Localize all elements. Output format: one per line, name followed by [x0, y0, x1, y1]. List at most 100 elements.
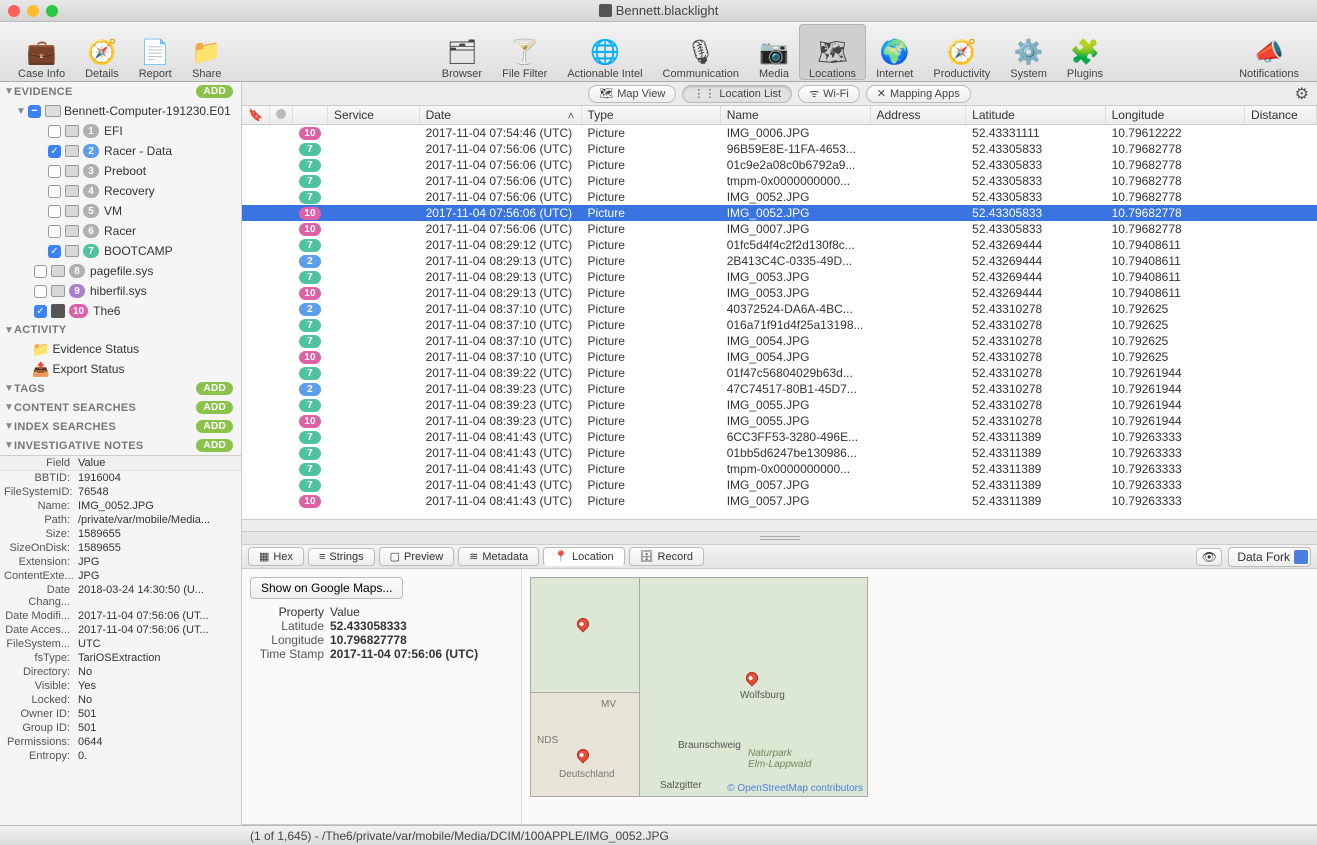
checkbox-icon[interactable] — [48, 225, 61, 238]
preview-tab[interactable]: ▢Preview — [379, 547, 455, 566]
location-list-tab[interactable]: ⋮⋮Location List — [682, 85, 792, 103]
volume-item[interactable]: 3Preboot — [0, 161, 241, 181]
col-date[interactable]: Date˄ — [419, 106, 581, 125]
toolbar-internet[interactable]: 🌍Internet — [866, 24, 923, 80]
evidence-file-item[interactable]: 8pagefile.sys — [0, 261, 241, 281]
mapping-apps-tab[interactable]: ✕Mapping Apps — [866, 85, 971, 103]
disclosure-triangle-icon[interactable]: ▼ — [4, 402, 14, 413]
record-tab[interactable]: 🗄Record — [629, 547, 704, 566]
table-row[interactable]: 72017-11-04 07:56:06 (UTC)Picturetmpm-0x… — [242, 173, 1317, 189]
table-row[interactable]: 102017-11-04 07:56:06 (UTC)PictureIMG_00… — [242, 205, 1317, 221]
volume-item[interactable]: 2Racer - Data — [0, 141, 241, 161]
disclosure-triangle-icon[interactable]: ▼ — [4, 440, 14, 451]
metadata-tab[interactable]: ≋Metadata — [458, 547, 539, 566]
col-status[interactable] — [269, 106, 292, 125]
show-on-google-maps-button[interactable]: Show on Google Maps... — [250, 577, 403, 599]
col-badge[interactable] — [292, 106, 327, 125]
table-row[interactable]: 72017-11-04 08:41:43 (UTC)Picture01bb5d6… — [242, 445, 1317, 461]
toolbar-media[interactable]: 📷Media — [749, 24, 799, 80]
activity-item[interactable]: 📁Evidence Status — [0, 339, 241, 359]
table-row[interactable]: 72017-11-04 08:29:12 (UTC)Picture01fc5d4… — [242, 237, 1317, 253]
strings-tab[interactable]: ≡Strings — [308, 548, 375, 566]
toolbar-system[interactable]: ⚙️System — [1000, 24, 1057, 80]
checkbox-icon[interactable] — [34, 285, 47, 298]
disclosure-triangle-icon[interactable]: ▼ — [16, 106, 28, 117]
checkbox-icon[interactable] — [48, 185, 61, 198]
col-latitude[interactable]: Latitude — [966, 106, 1105, 125]
pane-splitter[interactable] — [242, 531, 1317, 545]
volume-item[interactable]: 7BOOTCAMP — [0, 241, 241, 261]
table-row[interactable]: 22017-11-04 08:29:13 (UTC)Picture2B413C4… — [242, 253, 1317, 269]
table-row[interactable]: 72017-11-04 08:37:10 (UTC)PictureIMG_005… — [242, 333, 1317, 349]
device-the6[interactable]: 10 The6 — [0, 301, 241, 321]
records-table-wrap[interactable]: 🔖 Service Date˄ Type Name Address Latitu… — [242, 106, 1317, 519]
table-row[interactable]: 102017-11-04 07:56:06 (UTC)PictureIMG_00… — [242, 221, 1317, 237]
section-header[interactable]: ▼INDEX SEARCHESAdd — [0, 417, 241, 436]
volume-item[interactable]: 6Racer — [0, 221, 241, 241]
col-type[interactable]: Type — [581, 106, 720, 125]
table-row[interactable]: 72017-11-04 07:56:06 (UTC)Picture01c9e2a… — [242, 157, 1317, 173]
add-button[interactable]: Add — [196, 401, 233, 414]
checkbox-icon[interactable] — [48, 205, 61, 218]
map-view-tab[interactable]: 🗺Map View — [588, 85, 676, 103]
add-button[interactable]: Add — [196, 382, 233, 395]
col-address[interactable]: Address — [870, 106, 966, 125]
disclosure-triangle-icon[interactable]: ▼ — [4, 421, 14, 432]
toolbar-plugins[interactable]: 🧩Plugins — [1057, 24, 1113, 80]
disclosure-triangle-icon[interactable]: ▼ — [4, 383, 14, 394]
osm-attribution[interactable]: © OpenStreetMap contributors — [727, 783, 863, 794]
col-longitude[interactable]: Longitude — [1105, 106, 1244, 125]
section-header[interactable]: ▼TAGSAdd — [0, 379, 241, 398]
activity-header[interactable]: ▼ ACTIVITY — [0, 321, 241, 339]
checkbox-icon[interactable] — [48, 165, 61, 178]
col-name[interactable]: Name — [720, 106, 870, 125]
section-header[interactable]: ▼INVESTIGATIVE NOTESAdd — [0, 436, 241, 455]
toolbar-browser[interactable]: 🗂Browser — [432, 24, 492, 80]
checkbox-mixed-icon[interactable]: − — [28, 105, 41, 118]
table-row[interactable]: 102017-11-04 08:41:43 (UTC)PictureIMG_00… — [242, 493, 1317, 509]
table-row[interactable]: 102017-11-04 08:37:10 (UTC)PictureIMG_00… — [242, 349, 1317, 365]
checkbox-icon[interactable] — [34, 265, 47, 278]
region-map[interactable]: Wolfsburg Braunschweig Naturpark Elm-Lap… — [640, 577, 868, 797]
activity-item[interactable]: 📤Export Status — [0, 359, 241, 379]
data-fork-select[interactable]: Data Fork — [1228, 547, 1311, 567]
table-row[interactable]: 22017-11-04 08:37:10 (UTC)Picture4037252… — [242, 301, 1317, 317]
checkbox-icon[interactable] — [48, 125, 61, 138]
table-row[interactable]: 72017-11-04 08:41:43 (UTC)PictureIMG_005… — [242, 477, 1317, 493]
evidence-header[interactable]: ▼ EVIDENCE Add — [0, 82, 241, 101]
evidence-root[interactable]: ▼ − Bennett-Computer-191230.E01 — [0, 101, 241, 121]
toolbar-locations[interactable]: 🗺Locations — [799, 24, 866, 80]
visibility-toggle[interactable]: 👁 — [1196, 548, 1222, 566]
location-tab[interactable]: 📍Location — [543, 547, 624, 566]
table-row[interactable]: 72017-11-04 08:41:43 (UTC)Picturetmpm-0x… — [242, 461, 1317, 477]
settings-icon[interactable]: ⚙ — [1295, 84, 1309, 104]
toolbar-notifications[interactable]: 📣Notifications — [1229, 24, 1309, 80]
toolbar-details[interactable]: 🧭Details — [75, 24, 129, 80]
col-service[interactable]: Service — [327, 106, 419, 125]
checkbox-icon[interactable] — [48, 145, 61, 158]
checkbox-icon[interactable] — [48, 245, 61, 258]
volume-item[interactable]: 5VM — [0, 201, 241, 221]
disclosure-triangle-icon[interactable]: ▼ — [4, 325, 14, 336]
country-map[interactable]: NDS MV Deutschland — [530, 693, 640, 797]
table-row[interactable]: 102017-11-04 08:29:13 (UTC)PictureIMG_00… — [242, 285, 1317, 301]
table-row[interactable]: 72017-11-04 08:41:43 (UTC)Picture6CC3FF5… — [242, 429, 1317, 445]
add-button[interactable]: Add — [196, 420, 233, 433]
evidence-file-item[interactable]: 9hiberfil.sys — [0, 281, 241, 301]
table-row[interactable]: 102017-11-04 07:54:46 (UTC)PictureIMG_00… — [242, 125, 1317, 141]
table-row[interactable]: 72017-11-04 08:37:10 (UTC)Picture016a71f… — [242, 317, 1317, 333]
toolbar-share[interactable]: 📁Share — [182, 24, 232, 80]
table-row[interactable]: 72017-11-04 08:39:23 (UTC)PictureIMG_005… — [242, 397, 1317, 413]
table-row[interactable]: 102017-11-04 08:39:23 (UTC)PictureIMG_00… — [242, 413, 1317, 429]
volume-item[interactable]: 4Recovery — [0, 181, 241, 201]
table-row[interactable]: 72017-11-04 07:56:06 (UTC)PictureIMG_005… — [242, 189, 1317, 205]
hex-tab[interactable]: ▦Hex — [248, 547, 304, 566]
horizontal-scrollbar[interactable] — [242, 519, 1317, 531]
toolbar-report[interactable]: 📄Report — [129, 24, 182, 80]
col-distance[interactable]: Distance — [1245, 106, 1317, 125]
table-row[interactable]: 72017-11-04 07:56:06 (UTC)Picture96B59E8… — [242, 141, 1317, 157]
section-header[interactable]: ▼CONTENT SEARCHESAdd — [0, 398, 241, 417]
toolbar-actionable-intel[interactable]: 🌐Actionable Intel — [557, 24, 652, 80]
checkbox-icon[interactable] — [34, 305, 47, 318]
table-row[interactable]: 72017-11-04 08:39:22 (UTC)Picture01f47c5… — [242, 365, 1317, 381]
